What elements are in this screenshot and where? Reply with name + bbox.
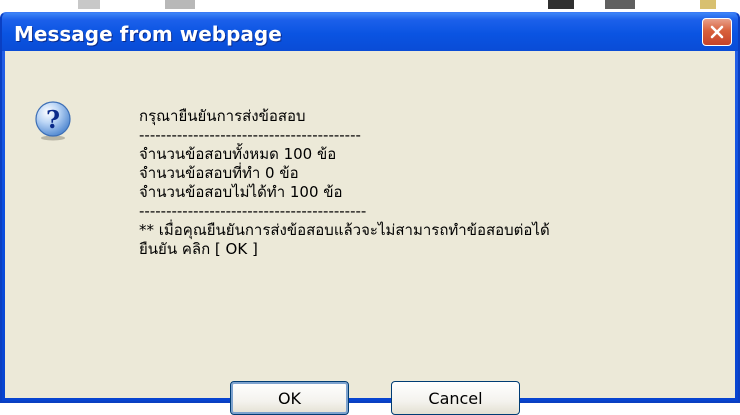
background-page-fragment: [0, 0, 740, 12]
background-fragment: [165, 0, 195, 9]
dialog-body: ? กรุณายืนยันการส่งข้อสอบ --------------…: [5, 51, 735, 415]
message-line: จำนวนข้อสอบทั้งหมด 100 ข้อ: [139, 145, 337, 163]
background-fragment: [548, 0, 574, 9]
message-line: จำนวนข้อสอบไม่ได้ทำ 100 ข้อ: [139, 183, 343, 201]
title-bar[interactable]: Message from webpage: [2, 13, 738, 51]
message-line: จำนวนข้อสอบที่ทำ 0 ข้อ: [139, 164, 299, 182]
background-fragment: [605, 0, 635, 9]
message-line: ยืนยัน คลิก [ OK ]: [139, 240, 258, 258]
svg-text:?: ?: [46, 105, 60, 134]
close-button[interactable]: [702, 18, 732, 46]
cancel-button-label: Cancel: [428, 388, 483, 408]
dialog-title: Message from webpage: [14, 22, 282, 46]
dialog-message: กรุณายืนยันการส่งข้อสอบ ----------------…: [139, 107, 550, 259]
ok-button[interactable]: OK: [230, 381, 349, 415]
question-icon: ?: [35, 101, 71, 141]
cancel-button[interactable]: Cancel: [391, 381, 520, 415]
message-line: ** เมื่อคุณยืนยันการส่งข้อสอบแล้วจะไม่สา…: [139, 221, 550, 239]
ok-button-label: OK: [277, 388, 302, 408]
message-dialog: Message from webpage ? กรุณายืนยันการส่ง…: [0, 12, 740, 415]
message-separator: ----------------------------------------…: [139, 202, 367, 220]
message-separator: ----------------------------------------…: [139, 126, 361, 144]
message-line: กรุณายืนยันการส่งข้อสอบ: [139, 107, 306, 125]
background-fragment: [700, 0, 716, 9]
background-fragment: [78, 0, 100, 9]
close-icon: [710, 25, 724, 39]
